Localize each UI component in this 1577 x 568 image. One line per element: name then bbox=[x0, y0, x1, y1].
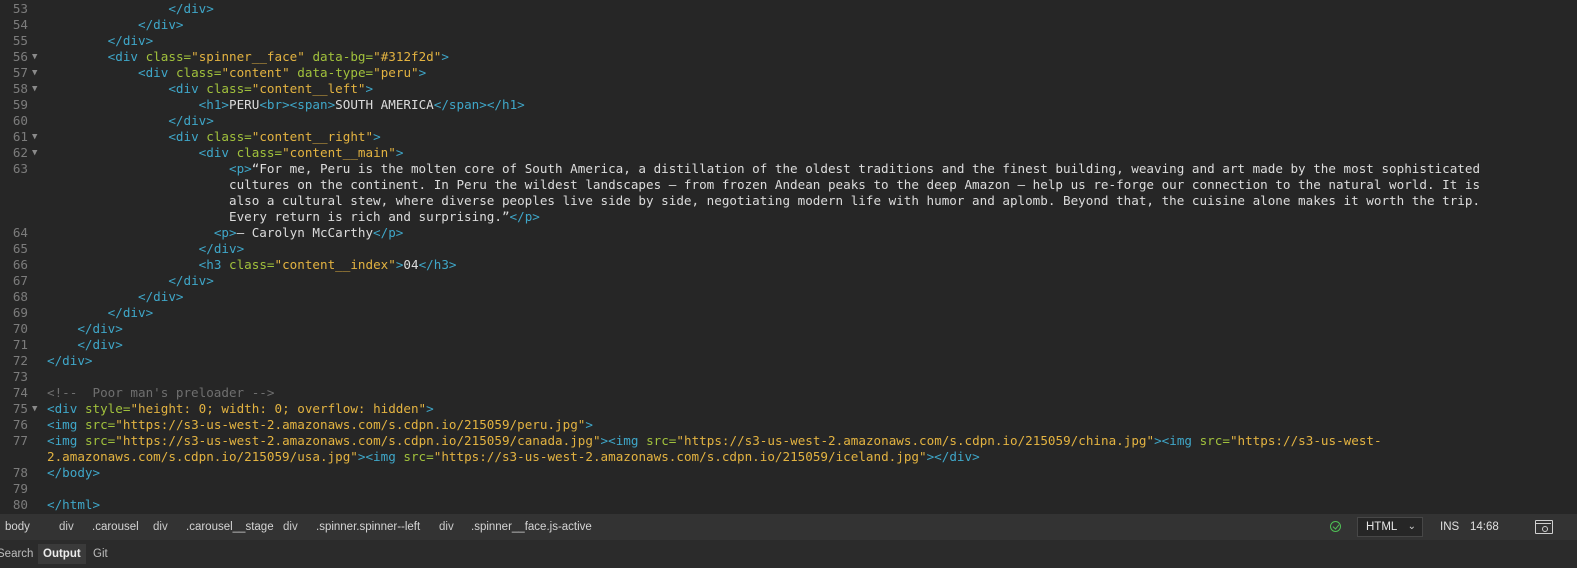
line-number: 53 bbox=[12, 1, 28, 16]
code-text[interactable]: </div> bbox=[47, 289, 184, 305]
breadcrumb-item[interactable]: .carousel__stage bbox=[186, 514, 274, 540]
code-text[interactable]: cultures on the continent. In Peru the w… bbox=[47, 177, 1480, 193]
fold-toggle-icon[interactable]: ▼ bbox=[32, 65, 37, 81]
code-text[interactable]: </div> bbox=[47, 1, 214, 17]
fold-toggle-icon[interactable]: ▼ bbox=[32, 129, 37, 145]
code-text[interactable]: <div class="content" data-type="peru"> bbox=[47, 65, 426, 81]
code-text[interactable]: </div> bbox=[47, 241, 245, 257]
line-number: 75 bbox=[12, 401, 28, 416]
code-text[interactable]: </div> bbox=[47, 17, 184, 33]
code-text[interactable]: </html> bbox=[47, 497, 100, 513]
line-number: 72 bbox=[12, 353, 28, 368]
line-number: 64 bbox=[12, 225, 28, 240]
insert-mode[interactable]: INS bbox=[1440, 514, 1459, 540]
tab-output[interactable]: Output bbox=[38, 544, 86, 564]
lint-ok-icon[interactable] bbox=[1330, 521, 1341, 532]
code-text[interactable]: <div class="content__left"> bbox=[47, 81, 373, 97]
code-text[interactable]: <h1>PERU<br><span>SOUTH AMERICA</span></… bbox=[47, 97, 525, 113]
breadcrumb-item[interactable]: body bbox=[5, 514, 30, 540]
line-number: 70 bbox=[12, 321, 28, 336]
line-number: 57 bbox=[12, 65, 28, 80]
line-number: 59 bbox=[12, 97, 28, 112]
code-text[interactable]: <p>“For me, Peru is the molten core of S… bbox=[47, 161, 1480, 177]
line-number: 65 bbox=[12, 241, 28, 256]
fold-toggle-icon[interactable]: ▼ bbox=[32, 81, 37, 97]
code-text[interactable]: </div> bbox=[47, 353, 93, 369]
code-text[interactable]: <p>– Carolyn McCarthy</p> bbox=[47, 225, 404, 241]
cursor-position[interactable]: 14:68 bbox=[1470, 514, 1499, 540]
code-text[interactable]: Every return is rich and surprising.”</p… bbox=[47, 209, 540, 225]
code-text[interactable]: <!-- Poor man's preloader --> bbox=[47, 385, 274, 401]
breadcrumb-item[interactable]: div bbox=[439, 514, 454, 540]
code-text[interactable]: </div> bbox=[47, 321, 123, 337]
line-number: 63 bbox=[12, 161, 28, 176]
line-number: 79 bbox=[12, 481, 28, 496]
tab-search[interactable]: Search bbox=[0, 544, 38, 564]
breadcrumb-item[interactable]: .spinner__face.js-active bbox=[471, 514, 592, 540]
line-number: 80 bbox=[12, 497, 28, 512]
breadcrumb-item[interactable]: .spinner.spinner--left bbox=[316, 514, 420, 540]
code-text[interactable]: </div> bbox=[47, 337, 123, 353]
line-number: 68 bbox=[12, 289, 28, 304]
line-number: 60 bbox=[12, 113, 28, 128]
line-number: 69 bbox=[12, 305, 28, 320]
code-text[interactable]: 2.amazonaws.com/s.cdpn.io/215059/usa.jpg… bbox=[47, 449, 980, 465]
chevron-down-icon: ⌄ bbox=[1407, 521, 1416, 532]
breadcrumb-item[interactable]: div bbox=[153, 514, 168, 540]
code-editor[interactable]: 53 </div> 54 </div> 55 </div> 56 ▼ <div clas… bbox=[0, 0, 1577, 514]
code-text[interactable]: <div class="content__main"> bbox=[47, 145, 404, 161]
line-number: 58 bbox=[12, 81, 28, 96]
line-number: 73 bbox=[12, 369, 28, 384]
line-number: 71 bbox=[12, 337, 28, 352]
language-select[interactable]: HTML ⌄ bbox=[1357, 517, 1423, 537]
code-text[interactable]: <h3 class="content__index">04</h3> bbox=[47, 257, 457, 273]
breadcrumb-item[interactable]: .carousel bbox=[92, 514, 139, 540]
line-number: 66 bbox=[12, 257, 28, 272]
tab-git[interactable]: Git bbox=[88, 544, 113, 564]
line-number: 78 bbox=[12, 465, 28, 480]
line-number: 61 bbox=[12, 129, 28, 144]
line-number: 55 bbox=[12, 33, 28, 48]
code-text[interactable]: <img src="https://s3-us-west-2.amazonaws… bbox=[47, 417, 593, 433]
line-number: 67 bbox=[12, 273, 28, 288]
line-number: 62 bbox=[12, 145, 28, 160]
code-text[interactable]: </div> bbox=[47, 113, 214, 129]
live-preview-icon[interactable] bbox=[1535, 520, 1553, 534]
code-text[interactable]: <div style="height: 0; width: 0; overflo… bbox=[47, 401, 434, 417]
status-bar: body div .carousel div .carousel__stage div .s… bbox=[0, 514, 1577, 540]
breadcrumb-item[interactable]: div bbox=[59, 514, 74, 540]
code-text[interactable]: </div> bbox=[47, 305, 154, 321]
code-text[interactable]: <div class="content__right"> bbox=[47, 129, 380, 145]
language-label: HTML bbox=[1366, 521, 1398, 533]
fold-toggle-icon[interactable]: ▼ bbox=[32, 145, 37, 161]
fold-toggle-icon[interactable]: ▼ bbox=[32, 49, 37, 65]
breadcrumb-item[interactable]: div bbox=[283, 514, 298, 540]
line-number: 54 bbox=[12, 17, 28, 32]
line-number: 56 bbox=[12, 49, 28, 64]
code-text[interactable]: <img src="https://s3-us-west-2.amazonaws… bbox=[47, 433, 1382, 449]
code-text[interactable]: </div> bbox=[47, 273, 214, 289]
code-text[interactable]: </div> bbox=[47, 33, 154, 49]
bottom-panel-tabs: Search Output Git bbox=[0, 540, 1577, 568]
code-text[interactable]: </body> bbox=[47, 465, 100, 481]
line-number: 77 bbox=[12, 433, 28, 448]
code-text[interactable]: <div class="spinner__face" data-bg="#312… bbox=[47, 49, 449, 65]
fold-toggle-icon[interactable]: ▼ bbox=[32, 401, 37, 417]
line-number: 76 bbox=[12, 417, 28, 432]
line-number: 74 bbox=[12, 385, 28, 400]
code-text[interactable]: also a cultural stew, where diverse peop… bbox=[47, 193, 1480, 209]
